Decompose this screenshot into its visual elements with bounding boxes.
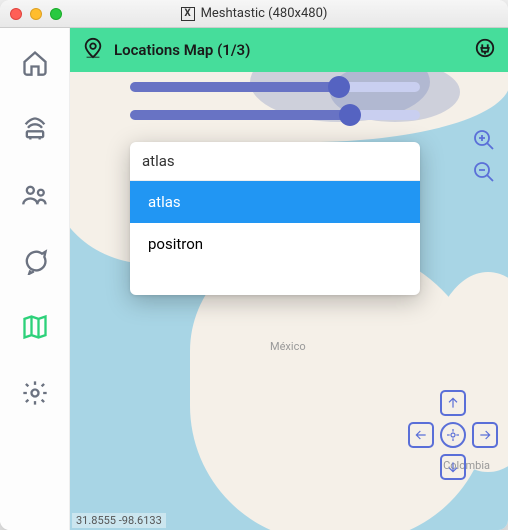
sidebar-item-settings[interactable] [20,378,50,408]
location-pin-icon [82,37,104,63]
pan-right-button[interactable] [472,422,498,448]
map-label-mexico: México [270,340,306,353]
pan-up-button[interactable] [440,390,466,416]
map-canvas[interactable]: México Colombia atlas atlas [70,72,508,530]
sidebar-item-people[interactable] [20,180,50,210]
sidebar-item-map[interactable] [20,312,50,342]
dropdown-item-positron[interactable]: positron [130,223,420,265]
page-header: Locations Map (1/3) [70,28,508,72]
power-icon[interactable] [474,37,496,63]
search-dropdown: atlas positron [130,181,420,295]
zoom-in-button[interactable] [470,126,498,154]
window-controls [10,8,62,20]
sidebar-item-chat[interactable] [20,246,50,276]
coordinates-readout: 31.8555 -98.6133 [72,513,166,528]
search-panel: atlas atlas positron [130,142,420,295]
map-sliders [130,82,420,120]
recenter-button[interactable] [440,422,466,448]
app-window: X Meshtastic (480x480) [0,0,508,530]
slider-2[interactable] [130,110,420,120]
window-title: Meshtastic (480x480) [201,6,328,21]
minimize-window-button[interactable] [30,8,42,20]
zoom-out-button[interactable] [470,158,498,186]
nav-pad [408,390,498,480]
dropdown-item-atlas[interactable]: atlas [130,181,420,223]
maximize-window-button[interactable] [50,8,62,20]
slider-1[interactable] [130,82,420,92]
search-input[interactable]: atlas [130,142,420,181]
sidebar [0,28,70,530]
pan-down-button[interactable] [440,454,466,480]
sidebar-item-router[interactable] [20,114,50,144]
close-window-button[interactable] [10,8,22,20]
titlebar: X Meshtastic (480x480) [0,0,508,28]
sidebar-item-home[interactable] [20,48,50,78]
x11-icon: X [181,7,195,21]
page-title: Locations Map (1/3) [114,41,250,59]
pan-left-button[interactable] [408,422,434,448]
